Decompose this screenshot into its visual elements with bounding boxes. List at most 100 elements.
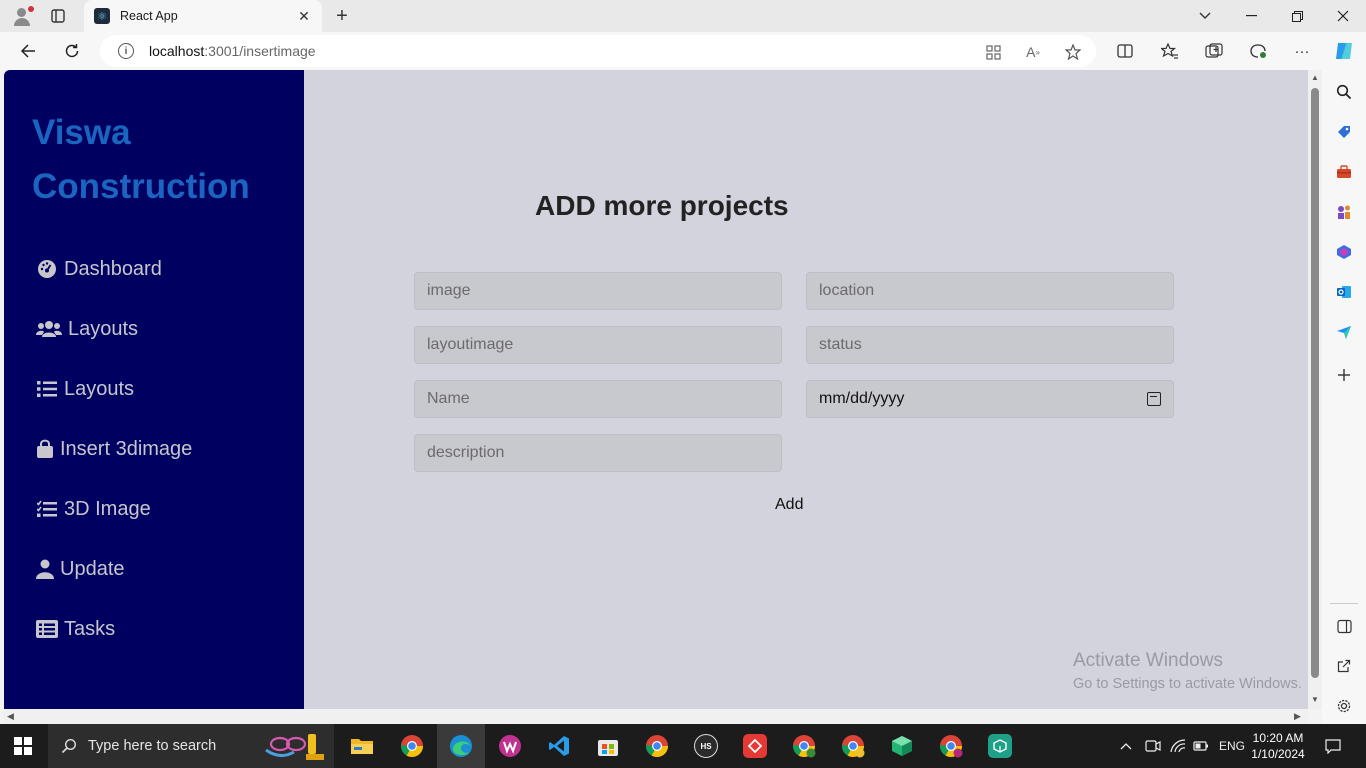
date-input[interactable]: mm/dd/yyyy xyxy=(806,380,1174,418)
anydesk-icon xyxy=(743,734,767,758)
list-icon xyxy=(36,378,58,400)
taskbar-chrome-profile-1[interactable] xyxy=(633,724,681,768)
meet-now-icon[interactable] xyxy=(1145,724,1161,768)
favorites-icon[interactable] xyxy=(1160,41,1180,61)
site-info-icon[interactable]: i xyxy=(118,43,134,59)
add-sidebar-app-icon[interactable] xyxy=(1334,365,1354,385)
new-tab-button[interactable]: + xyxy=(330,4,354,28)
status-input[interactable]: status xyxy=(806,326,1174,364)
url-text: localhost:3001/insertimage xyxy=(149,43,316,59)
calendar-icon[interactable] xyxy=(1147,392,1161,406)
collections-icon[interactable] xyxy=(1204,41,1224,61)
taskbar-search[interactable]: Type here to search xyxy=(48,724,334,768)
hs-icon: HS xyxy=(694,734,718,758)
activation-watermark-text: Go to Settings to activate Windows. xyxy=(1073,676,1302,692)
location-input[interactable]: location xyxy=(806,272,1174,310)
taskbar-clock[interactable]: 10:20 AM 1/10/2024 xyxy=(1246,730,1310,762)
taskbar-chrome-profile-3[interactable] xyxy=(829,724,877,768)
sidebar-divider xyxy=(1330,603,1358,604)
scroll-left-icon[interactable]: ◀ xyxy=(7,711,14,722)
description-input[interactable]: description xyxy=(414,434,782,472)
scroll-down-icon[interactable]: ▼ xyxy=(1310,695,1320,704)
sidebar-item-update[interactable]: Update xyxy=(36,554,125,584)
user-icon xyxy=(36,558,54,580)
browser-tab[interactable]: ⚛ React App ✕ xyxy=(84,0,322,32)
taskbar-vscode[interactable] xyxy=(535,724,583,768)
browser-essentials-icon[interactable] xyxy=(1248,41,1268,61)
sidebar-item-layouts[interactable]: Layouts xyxy=(36,314,138,344)
search-highlight-icon xyxy=(262,730,328,762)
tab-actions-icon[interactable] xyxy=(48,6,68,26)
notification-icon[interactable] xyxy=(1325,724,1341,768)
sidebar-item-label: Dashboard xyxy=(64,257,162,280)
taskbar-cube-app[interactable] xyxy=(878,724,926,768)
close-window-button[interactable] xyxy=(1320,0,1366,32)
taskbar-chrome[interactable] xyxy=(388,724,436,768)
tools-icon[interactable] xyxy=(1334,162,1354,182)
search-icon[interactable] xyxy=(1334,82,1354,102)
back-button[interactable] xyxy=(14,37,42,65)
taskbar-wps-office[interactable] xyxy=(486,724,534,768)
external-link-icon[interactable] xyxy=(1334,656,1354,676)
taskbar-hs-app[interactable]: HS xyxy=(682,724,730,768)
shopping-tag-icon[interactable] xyxy=(1334,122,1354,142)
taskbar-package-app[interactable] xyxy=(976,724,1024,768)
chrome-icon xyxy=(645,734,669,758)
outlook-icon[interactable] xyxy=(1334,282,1354,302)
battery-icon[interactable] xyxy=(1193,724,1209,768)
windows-start-icon[interactable] xyxy=(14,737,32,755)
more-menu-icon[interactable]: ··· xyxy=(1292,41,1312,61)
app-available-icon[interactable] xyxy=(984,43,1002,61)
hide-sidebar-icon[interactable] xyxy=(1334,616,1354,636)
search-placeholder: Type here to search xyxy=(88,738,217,754)
favorite-star-icon[interactable] xyxy=(1064,43,1082,61)
users-icon xyxy=(36,318,62,340)
scroll-up-icon[interactable]: ▲ xyxy=(1310,73,1320,82)
minimize-button[interactable] xyxy=(1228,0,1274,32)
react-icon: ⚛ xyxy=(94,8,110,24)
store-icon xyxy=(596,734,620,758)
taskbar-microsoft-store[interactable] xyxy=(584,724,632,768)
address-bar[interactable]: i localhost:3001/insertimage A» xyxy=(100,35,1096,67)
show-hidden-icons[interactable] xyxy=(1120,724,1132,768)
add-button[interactable]: Add xyxy=(775,496,803,514)
taskbar-chrome-profile-4[interactable] xyxy=(927,724,975,768)
close-tab-icon[interactable]: ✕ xyxy=(296,8,312,25)
sidebar-item-layouts-list[interactable]: Layouts xyxy=(36,374,134,404)
taskbar-anydesk[interactable] xyxy=(731,724,779,768)
scroll-right-icon[interactable]: ▶ xyxy=(1294,711,1301,722)
app-sidebar: Viswa Construction Dashboard Layouts Lay… xyxy=(4,70,304,709)
taskbar-edge[interactable] xyxy=(437,724,485,768)
sidebar-item-label: Tasks xyxy=(64,617,116,640)
restore-button[interactable] xyxy=(1274,0,1320,32)
sidebar-item-3d-image[interactable]: 3D Image xyxy=(36,494,151,524)
taskbar-chrome-profile-2[interactable] xyxy=(780,724,828,768)
split-screen-icon[interactable] xyxy=(1115,41,1135,61)
scroll-thumb[interactable] xyxy=(1311,88,1319,678)
microsoft-365-icon[interactable] xyxy=(1334,242,1354,262)
tab-search-icon[interactable] xyxy=(1182,0,1228,32)
drop-send-icon[interactable] xyxy=(1334,322,1354,342)
games-icon[interactable] xyxy=(1334,202,1354,222)
refresh-button[interactable] xyxy=(58,37,86,65)
language-indicator[interactable]: ENG xyxy=(1219,724,1245,768)
image-input[interactable]: image xyxy=(414,272,782,310)
sidebar-item-dashboard[interactable]: Dashboard xyxy=(36,254,162,284)
sidebar-item-insert-3dimage[interactable]: Insert 3dimage xyxy=(36,434,192,464)
settings-gear-icon[interactable] xyxy=(1334,696,1354,716)
taskbar-file-explorer[interactable] xyxy=(338,724,386,768)
copilot-icon[interactable] xyxy=(1333,40,1355,62)
read-aloud-icon[interactable]: A» xyxy=(1024,43,1042,61)
bag-icon xyxy=(36,438,54,460)
tab-title: React App xyxy=(120,9,178,23)
layoutimage-input[interactable]: layoutimage xyxy=(414,326,782,364)
cube-icon xyxy=(890,734,914,758)
name-input[interactable]: Name xyxy=(414,380,782,418)
chrome-icon xyxy=(792,734,816,758)
profile-icon[interactable] xyxy=(10,4,34,28)
vertical-scrollbar[interactable]: ▲ ▼ xyxy=(1308,70,1322,709)
sidebar-item-tasks[interactable]: Tasks xyxy=(36,614,115,644)
horizontal-scrollbar[interactable]: ◀ ▶ xyxy=(4,709,1308,724)
wifi-icon[interactable] xyxy=(1170,724,1186,768)
edge-icon xyxy=(449,734,473,758)
